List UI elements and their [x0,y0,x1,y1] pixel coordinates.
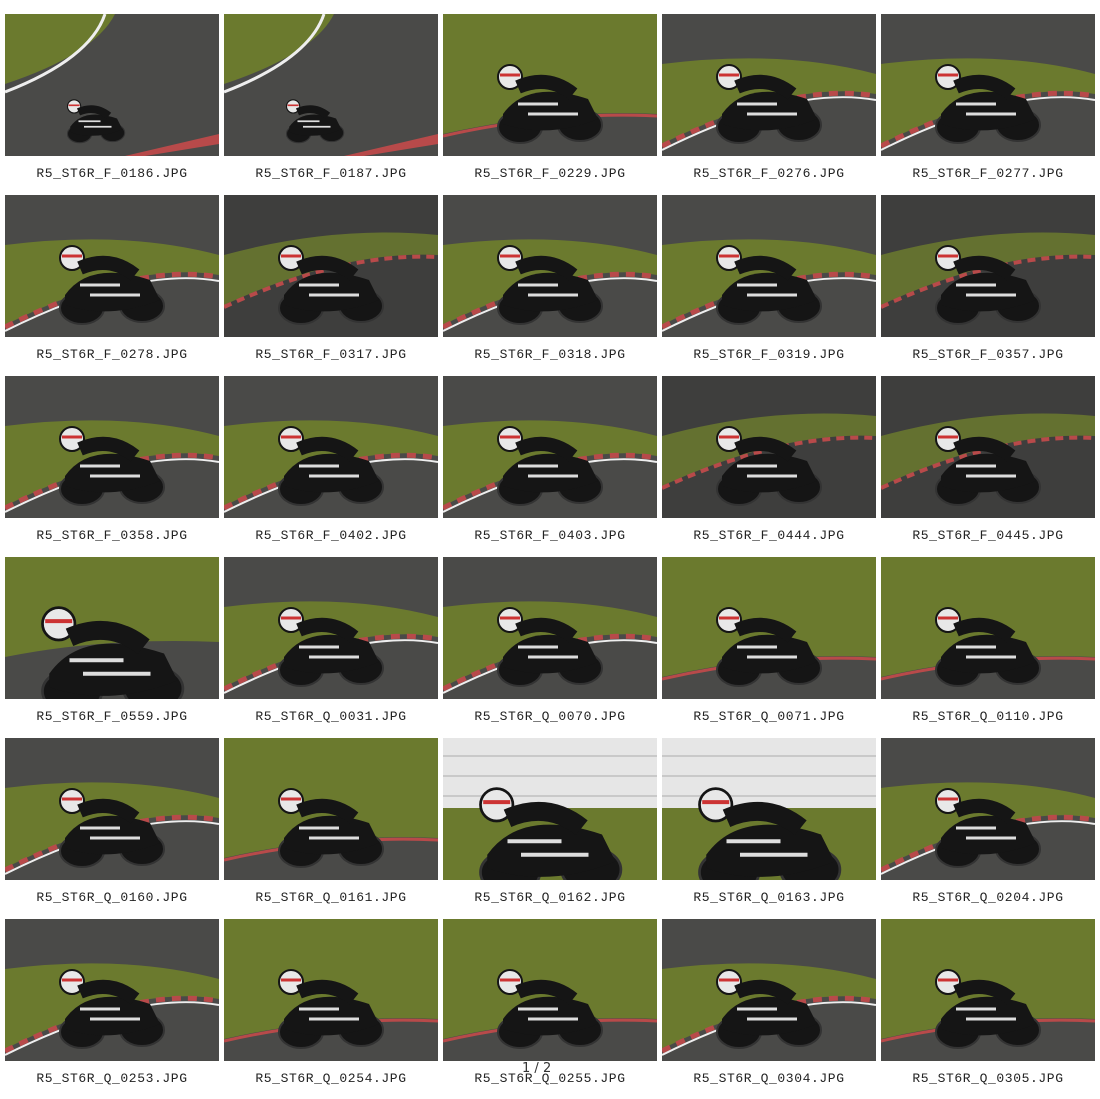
thumbnail-caption[interactable]: R5_ST6R_Q_0071.JPG [662,709,876,724]
gallery-item[interactable]: R5_ST6R_Q_0204.JPG [881,738,1095,918]
thumbnail-caption[interactable]: R5_ST6R_F_0317.JPG [224,347,438,362]
gallery-item[interactable]: R5_ST6R_F_0559.JPG [5,557,219,737]
gallery-item[interactable]: R5_ST6R_Q_0253.JPG [5,919,219,1099]
gallery-item[interactable]: R5_ST6R_F_0187.JPG [224,14,438,194]
thumbnail-image[interactable] [5,738,219,880]
thumbnail-image[interactable] [224,557,438,699]
gallery-item[interactable]: R5_ST6R_F_0229.JPG [443,14,657,194]
thumbnail-image[interactable] [224,738,438,880]
thumbnail-image[interactable] [662,557,876,699]
gallery-item[interactable]: R5_ST6R_Q_0304.JPG [662,919,876,1099]
thumbnail-image[interactable] [662,14,876,156]
thumbnail-image[interactable] [881,376,1095,518]
gallery-item[interactable]: R5_ST6R_F_0358.JPG [5,376,219,556]
thumbnail-image[interactable] [881,195,1095,337]
thumbnail-caption[interactable]: R5_ST6R_F_0278.JPG [5,347,219,362]
thumbnail-image[interactable] [5,195,219,337]
gallery-item[interactable]: R5_ST6R_Q_0110.JPG [881,557,1095,737]
gallery-item[interactable]: R5_ST6R_Q_0254.JPG [224,919,438,1099]
gallery-item[interactable]: R5_ST6R_F_0318.JPG [443,195,657,375]
gallery-item[interactable]: R5_ST6R_F_0319.JPG [662,195,876,375]
thumbnail-image[interactable] [5,919,219,1061]
gallery-item[interactable]: R5_ST6R_F_0402.JPG [224,376,438,556]
thumbnail-caption[interactable]: R5_ST6R_F_0559.JPG [5,709,219,724]
gallery-item[interactable]: R5_ST6R_Q_0161.JPG [224,738,438,918]
gallery-item[interactable]: R5_ST6R_Q_0162.JPG [443,738,657,918]
page-link-2[interactable]: 2 [543,1061,551,1076]
thumbnail-caption[interactable]: R5_ST6R_Q_0204.JPG [881,890,1095,905]
thumbnail-caption[interactable]: R5_ST6R_Q_0254.JPG [224,1071,438,1086]
pagination: 1 / 2 [522,1061,551,1076]
thumbnail-caption[interactable]: R5_ST6R_F_0357.JPG [881,347,1095,362]
gallery-item[interactable]: R5_ST6R_F_0186.JPG [5,14,219,194]
thumbnail-image[interactable] [881,919,1095,1061]
thumbnail-caption[interactable]: R5_ST6R_F_0358.JPG [5,528,219,543]
thumbnail-caption[interactable]: R5_ST6R_Q_0253.JPG [5,1071,219,1086]
gallery-item[interactable]: R5_ST6R_Q_0160.JPG [5,738,219,918]
gallery-item[interactable]: R5_ST6R_F_0403.JPG [443,376,657,556]
thumbnail-image[interactable] [5,557,219,699]
gallery-item[interactable]: R5_ST6R_F_0357.JPG [881,195,1095,375]
thumbnail-caption[interactable]: R5_ST6R_Q_0162.JPG [443,890,657,905]
thumbnail-image[interactable] [224,919,438,1061]
thumbnail-caption[interactable]: R5_ST6R_Q_0305.JPG [881,1071,1095,1086]
thumbnail-caption[interactable]: R5_ST6R_Q_0070.JPG [443,709,657,724]
gallery-item[interactable]: R5_ST6R_F_0276.JPG [662,14,876,194]
thumbnail-grid: R5_ST6R_F_0186.JPG R5_ST6R_F_0187.JPG R5… [0,0,1100,1086]
thumbnail-caption[interactable]: R5_ST6R_Q_0031.JPG [224,709,438,724]
gallery-item[interactable]: R5_ST6R_Q_0163.JPG [662,738,876,918]
thumbnail-caption[interactable]: R5_ST6R_F_0445.JPG [881,528,1095,543]
thumbnail-caption[interactable]: R5_ST6R_Q_0304.JPG [662,1071,876,1086]
thumbnail-image[interactable] [5,376,219,518]
thumbnail-caption[interactable]: R5_ST6R_F_0229.JPG [443,166,657,181]
thumbnail-caption[interactable]: R5_ST6R_F_0403.JPG [443,528,657,543]
gallery-item[interactable]: R5_ST6R_F_0444.JPG [662,376,876,556]
page-link-1[interactable]: 1 [522,1061,530,1076]
thumbnail-image[interactable] [662,376,876,518]
thumbnail-caption[interactable]: R5_ST6R_F_0276.JPG [662,166,876,181]
thumbnail-image[interactable] [443,376,657,518]
thumbnail-image[interactable] [443,919,657,1061]
thumbnail-caption[interactable]: R5_ST6R_F_0319.JPG [662,347,876,362]
gallery-item[interactable]: R5_ST6R_F_0278.JPG [5,195,219,375]
thumbnail-caption[interactable]: R5_ST6R_F_0186.JPG [5,166,219,181]
thumbnail-image[interactable] [224,195,438,337]
gallery-item[interactable]: R5_ST6R_F_0445.JPG [881,376,1095,556]
thumbnail-image[interactable] [443,738,657,880]
gallery-item[interactable]: R5_ST6R_Q_0070.JPG [443,557,657,737]
gallery-item[interactable]: R5_ST6R_F_0317.JPG [224,195,438,375]
thumbnail-image[interactable] [662,919,876,1061]
thumbnail-caption[interactable]: R5_ST6R_F_0444.JPG [662,528,876,543]
thumbnail-caption[interactable]: R5_ST6R_F_0277.JPG [881,166,1095,181]
gallery-item[interactable]: R5_ST6R_Q_0031.JPG [224,557,438,737]
gallery-item[interactable]: R5_ST6R_Q_0305.JPG [881,919,1095,1099]
thumbnail-caption[interactable]: R5_ST6R_Q_0163.JPG [662,890,876,905]
thumbnail-caption[interactable]: R5_ST6R_Q_0160.JPG [5,890,219,905]
thumbnail-image[interactable] [224,376,438,518]
thumbnail-caption[interactable]: R5_ST6R_F_0187.JPG [224,166,438,181]
thumbnail-caption[interactable]: R5_ST6R_Q_0110.JPG [881,709,1095,724]
thumbnail-image[interactable] [662,738,876,880]
thumbnail-caption[interactable]: R5_ST6R_F_0402.JPG [224,528,438,543]
gallery-item[interactable]: R5_ST6R_Q_0071.JPG [662,557,876,737]
thumbnail-image[interactable] [881,14,1095,156]
thumbnail-image[interactable] [881,557,1095,699]
thumbnail-image[interactable] [443,14,657,156]
thumbnail-image[interactable] [881,738,1095,880]
thumbnail-image[interactable] [443,195,657,337]
gallery-item[interactable]: R5_ST6R_F_0277.JPG [881,14,1095,194]
thumbnail-image[interactable] [5,14,219,156]
thumbnail-image[interactable] [443,557,657,699]
page-separator: / [534,1061,539,1076]
thumbnail-image[interactable] [662,195,876,337]
thumbnail-image[interactable] [224,14,438,156]
thumbnail-caption[interactable]: R5_ST6R_Q_0161.JPG [224,890,438,905]
thumbnail-caption[interactable]: R5_ST6R_F_0318.JPG [443,347,657,362]
